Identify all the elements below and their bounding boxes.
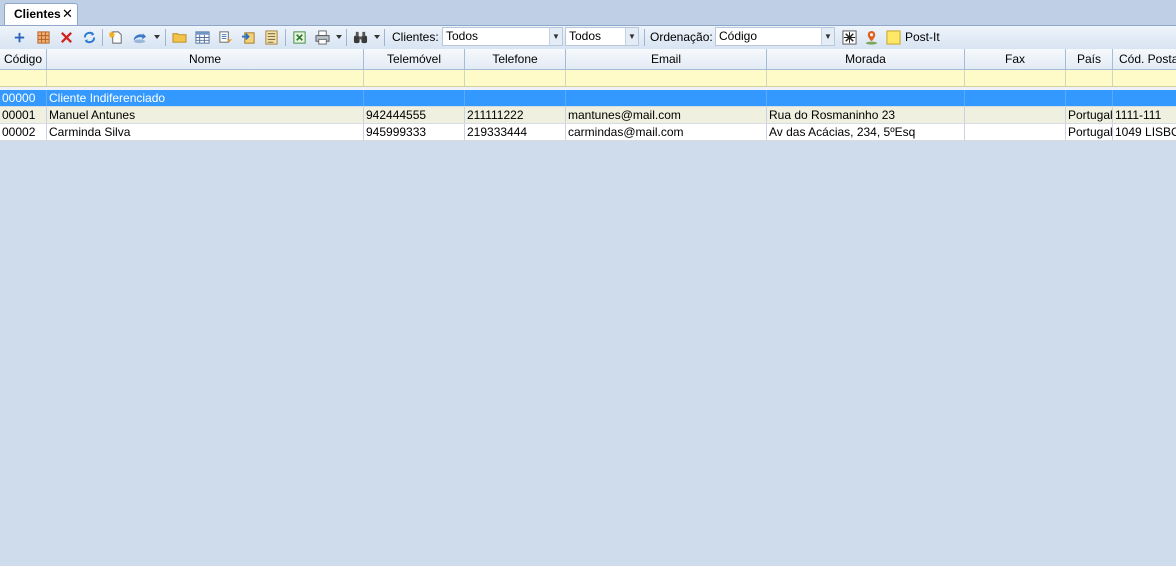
toolbar-separator	[384, 29, 385, 46]
close-icon[interactable]: ✕	[62, 4, 73, 24]
filter-cell-telefone[interactable]	[465, 70, 566, 86]
cell-fax	[965, 90, 1066, 106]
cell-email	[566, 90, 767, 106]
status-filter-select[interactable]: Todos ▼	[565, 27, 639, 46]
folder-icon[interactable]	[171, 29, 188, 46]
tab-label: Clientes	[14, 7, 61, 21]
grid-edit-icon[interactable]	[35, 29, 52, 46]
cell-morada: Av das Acácias, 234, 5ºEsq	[767, 124, 965, 140]
cell-telefone: 219333444	[465, 124, 566, 140]
toolbar-separator	[285, 29, 286, 46]
filter-cell-codigo[interactable]	[0, 70, 47, 86]
table-row[interactable]: 00001 Manuel Antunes 942444555 211111222…	[0, 107, 1176, 124]
grid-header: Código Nome Telemóvel Telefone Email Mor…	[0, 49, 1176, 70]
filter-cell-morada[interactable]	[767, 70, 965, 86]
cell-telefone	[465, 90, 566, 106]
table-icon[interactable]	[194, 29, 211, 46]
filter-cell-fax[interactable]	[965, 70, 1066, 86]
cell-codigo: 00000	[0, 90, 47, 106]
fit-columns-icon[interactable]	[841, 29, 858, 46]
tab-strip: Clientes ✕	[0, 0, 1176, 26]
cell-cod-postal	[1113, 90, 1176, 106]
toolbar-separator	[644, 29, 645, 46]
cell-nome: Manuel Antunes	[47, 107, 364, 123]
clientes-filter-value: Todos	[446, 29, 479, 43]
column-header-fax[interactable]: Fax	[965, 49, 1066, 69]
clientes-filter-select[interactable]: Todos ▼	[442, 27, 563, 46]
cell-telemovel: 942444555	[364, 107, 465, 123]
ordenacao-label: Ordenação:	[650, 30, 713, 44]
cell-morada	[767, 90, 965, 106]
filter-cell-telemovel[interactable]	[364, 70, 465, 86]
toolbar-separator	[102, 29, 103, 46]
cell-email: carmindas@mail.com	[566, 124, 767, 140]
filter-cell-nome[interactable]	[47, 70, 364, 86]
column-header-email[interactable]: Email	[566, 49, 767, 69]
chevron-down-icon[interactable]	[336, 35, 342, 39]
export-icon[interactable]	[217, 29, 234, 46]
column-header-morada[interactable]: Morada	[767, 49, 965, 69]
filter-cell-pais[interactable]	[1066, 70, 1113, 86]
filter-row	[0, 70, 1176, 87]
cell-telemovel: 945999333	[364, 124, 465, 140]
cell-telemovel	[364, 90, 465, 106]
send-icon[interactable]	[131, 29, 148, 46]
cell-cod-postal: 1111-111	[1113, 107, 1176, 123]
ordenacao-select[interactable]: Código ▼	[715, 27, 835, 46]
new-document-icon[interactable]	[108, 29, 125, 46]
cell-morada: Rua do Rosmaninho 23	[767, 107, 965, 123]
cell-telefone: 211111222	[465, 107, 566, 123]
post-it-icon[interactable]	[885, 29, 902, 46]
filter-cell-email[interactable]	[566, 70, 767, 86]
table-row[interactable]: 00002 Carminda Silva 945999333 219333444…	[0, 124, 1176, 141]
map-pin-icon[interactable]	[863, 29, 880, 46]
tab-clientes[interactable]: Clientes ✕	[4, 3, 78, 25]
chevron-down-icon[interactable]	[154, 35, 160, 39]
cell-fax	[965, 107, 1066, 123]
clients-grid: Código Nome Telemóvel Telefone Email Mor…	[0, 49, 1176, 141]
cell-email: mantunes@mail.com	[566, 107, 767, 123]
report-icon[interactable]	[263, 29, 280, 46]
column-header-pais[interactable]: País	[1066, 49, 1113, 69]
cell-nome: Carminda Silva	[47, 124, 364, 140]
chevron-down-icon[interactable]	[374, 35, 380, 39]
toolbar-separator	[165, 29, 166, 46]
cell-pais: Portugal	[1068, 124, 1113, 140]
refresh-icon[interactable]	[81, 29, 98, 46]
chevron-down-icon[interactable]: ▼	[821, 28, 834, 45]
cell-pais: Portugal	[1068, 107, 1113, 123]
chevron-down-icon[interactable]: ▼	[625, 28, 638, 45]
column-header-cod-postal[interactable]: Cód. Postal	[1113, 49, 1176, 69]
add-icon[interactable]	[11, 29, 28, 46]
delete-icon[interactable]	[58, 29, 75, 46]
cell-nome: Cliente Indiferenciado	[47, 90, 364, 106]
cell-cod-postal: 1049 LISBOA	[1113, 124, 1176, 140]
cell-codigo: 00002	[0, 124, 47, 140]
toolbar: Clientes: Todos ▼ Todos ▼ Ordenação: Cód…	[0, 26, 1176, 50]
filter-cell-cod-postal[interactable]	[1113, 70, 1176, 86]
post-it-button[interactable]: Post-It	[905, 30, 940, 45]
column-header-telemovel[interactable]: Telemóvel	[364, 49, 465, 69]
import-icon[interactable]	[240, 29, 257, 46]
excel-icon[interactable]	[291, 29, 308, 46]
cell-codigo: 00001	[0, 107, 47, 123]
cell-pais	[1066, 90, 1113, 106]
chevron-down-icon[interactable]: ▼	[549, 28, 562, 45]
status-filter-value: Todos	[569, 29, 602, 43]
table-row[interactable]: 00000 Cliente Indiferenciado	[0, 90, 1176, 107]
column-header-telefone[interactable]: Telefone	[465, 49, 566, 69]
find-binoculars-icon[interactable]	[352, 29, 369, 46]
column-header-nome[interactable]: Nome	[47, 49, 364, 69]
clientes-filter-label: Clientes:	[392, 30, 439, 44]
column-header-codigo[interactable]: Código	[0, 49, 47, 69]
ordenacao-value: Código	[719, 29, 758, 43]
cell-fax	[965, 124, 1066, 140]
print-icon[interactable]	[314, 29, 331, 46]
toolbar-separator	[346, 29, 347, 46]
